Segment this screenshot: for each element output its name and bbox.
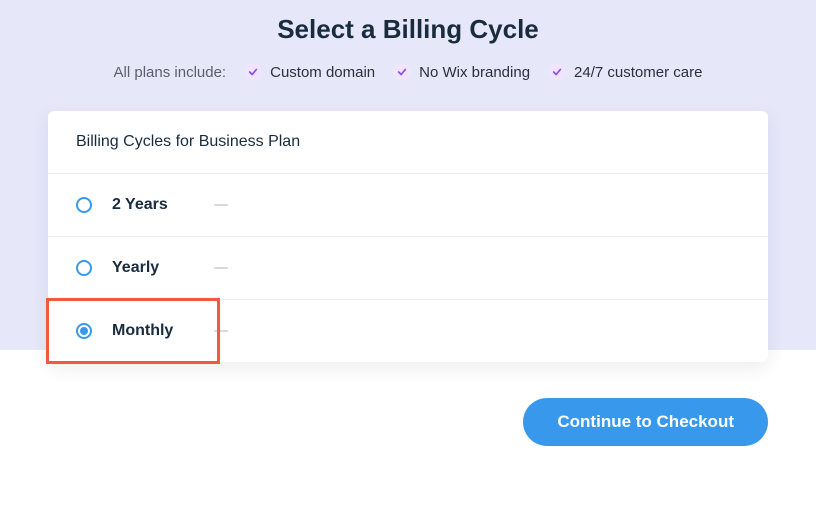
check-icon [393,63,411,81]
features-lead: All plans include: [114,64,227,81]
feature-label: No Wix branding [419,64,530,81]
billing-card: Billing Cycles for Business Plan 2 Years… [48,111,768,362]
check-icon [548,63,566,81]
dash-icon [214,330,228,332]
feature-label: 24/7 customer care [574,64,702,81]
option-label: 2 Years [112,196,192,214]
feature-item: Custom domain [244,63,375,81]
option-label: Monthly [112,322,192,340]
dash-icon [214,267,228,269]
feature-item: 24/7 customer care [548,63,702,81]
radio-icon[interactable] [76,260,92,276]
option-2-years[interactable]: 2 Years [48,174,768,237]
page-title: Select a Billing Cycle [0,0,816,45]
option-monthly[interactable]: Monthly [48,300,768,362]
option-label: Yearly [112,259,192,277]
continue-to-checkout-button[interactable]: Continue to Checkout [523,398,768,446]
radio-icon[interactable] [76,323,92,339]
dash-icon [214,204,228,206]
card-header: Billing Cycles for Business Plan [48,111,768,174]
check-icon [244,63,262,81]
feature-label: Custom domain [270,64,375,81]
option-yearly[interactable]: Yearly [48,237,768,300]
features-row: All plans include: Custom domain No Wix … [0,63,816,81]
radio-icon[interactable] [76,197,92,213]
feature-item: No Wix branding [393,63,530,81]
